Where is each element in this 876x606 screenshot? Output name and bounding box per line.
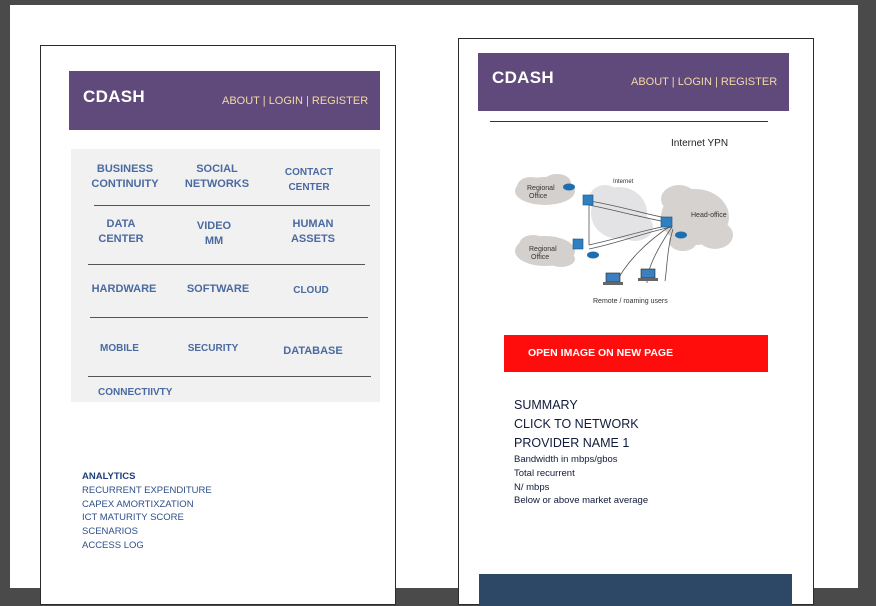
register-link[interactable]: REGISTER — [721, 76, 777, 88]
menu-data-center[interactable]: DATA CENTER — [81, 217, 161, 247]
router-icon — [675, 231, 687, 239]
menu-social-networks[interactable]: SOCIAL NETWORKS — [177, 162, 257, 192]
menu-hardware[interactable]: HARDWARE — [84, 282, 164, 297]
regional-office-label: Regional — [529, 246, 557, 253]
menu-video-mm[interactable]: VIDEO MM — [174, 219, 254, 249]
header-divider — [490, 121, 768, 122]
right-wireframe: CDASH ABOUT | LOGIN | REGISTER Internet … — [458, 38, 814, 606]
menu-cloud[interactable]: CLOUD — [271, 283, 351, 298]
internet-label: Internet — [613, 179, 634, 185]
analytics-section: ANALYTICS RECURRENT EXPENDITURE CAPEX AM… — [82, 470, 212, 553]
network-diagram[interactable]: Regional Office Internet Head-office Reg… — [507, 165, 757, 305]
remote-users-label: Remote / roaming users — [593, 298, 668, 305]
login-link[interactable]: LOGIN — [269, 95, 303, 107]
summary-section: SUMMARY CLICK TO NETWORK PROVIDER NAME 1… — [514, 396, 648, 508]
laptop-icon — [638, 268, 658, 281]
right-header: CDASH ABOUT | LOGIN | REGISTER — [478, 53, 789, 111]
footer-bar — [479, 574, 792, 606]
category-menu: BUSINESS CONTINUITY SOCIAL NETWORKS CONT… — [71, 149, 380, 402]
router-icon — [563, 183, 575, 191]
regional-office-label: Office — [529, 193, 547, 200]
open-image-button[interactable]: OPEN IMAGE ON NEW PAGE — [504, 335, 768, 372]
left-wireframe: CDASH ABOUT | LOGIN | REGISTER BUSINESS … — [40, 45, 396, 605]
regional-office-label: Office — [531, 254, 549, 261]
menu-divider — [88, 376, 371, 377]
regional-office-label: Regional — [527, 185, 555, 192]
analytics-capex-amortization[interactable]: CAPEX AMORTIXZATION — [82, 498, 212, 512]
menu-divider — [88, 264, 365, 265]
about-link[interactable]: ABOUT — [222, 95, 260, 107]
left-header: CDASH ABOUT | LOGIN | REGISTER — [69, 71, 380, 130]
head-office-label: Head-office — [691, 212, 727, 219]
network-link[interactable]: CLICK TO NETWORK — [514, 415, 648, 434]
menu-security[interactable]: SECURITY — [173, 341, 253, 356]
analytics-recurrent-expenditure[interactable]: RECURRENT EXPENDITURE — [82, 484, 212, 498]
menu-connectivity[interactable]: CONNECTIIVTY — [98, 385, 218, 400]
analytics-heading: ANALYTICS — [82, 471, 136, 482]
register-link[interactable]: REGISTER — [312, 95, 368, 107]
total-recurrent-text: Total recurrent — [514, 467, 575, 479]
router-icon — [587, 251, 599, 259]
summary-heading: SUMMARY — [514, 398, 578, 412]
menu-divider — [94, 205, 370, 206]
menu-software[interactable]: SOFTWARE — [178, 282, 258, 297]
switch-icon — [572, 238, 584, 250]
bandwidth-text: Bandwidth in mbps/gbos — [514, 454, 618, 465]
brand-logo[interactable]: CDASH — [492, 68, 554, 88]
provider-name: PROVIDER NAME 1 — [514, 436, 630, 450]
menu-database[interactable]: DATABASE — [273, 344, 353, 359]
menu-mobile[interactable]: MOBILE — [100, 341, 170, 356]
analytics-scenarios[interactable]: SCENARIOS — [82, 525, 212, 539]
menu-divider — [90, 317, 368, 318]
diagram-title: Internet YPN — [671, 138, 729, 149]
menu-business-continuity[interactable]: BUSINESS CONTINUITY — [85, 162, 165, 192]
top-nav: ABOUT | LOGIN | REGISTER — [631, 76, 777, 88]
brand-logo[interactable]: CDASH — [83, 87, 145, 107]
menu-human-assets[interactable]: HUMAN ASSETS — [273, 217, 353, 247]
analytics-ict-maturity-score[interactable]: ICT MATURITY SCORE — [82, 511, 212, 525]
switch-icon — [660, 216, 673, 228]
document-page: CDASH ABOUT | LOGIN | REGISTER BUSINESS … — [10, 5, 858, 606]
switch-icon — [582, 194, 594, 206]
top-nav: ABOUT | LOGIN | REGISTER — [222, 95, 368, 107]
per-mbps-text: N/ mbps — [514, 481, 550, 493]
login-link[interactable]: LOGIN — [678, 76, 712, 88]
menu-contact-center[interactable]: CONTACT CENTER — [269, 165, 349, 195]
market-average-text: Below or above market average — [514, 495, 649, 507]
laptop-icon — [603, 272, 623, 285]
analytics-access-log[interactable]: ACCESS LOG — [82, 539, 212, 553]
about-link[interactable]: ABOUT — [631, 76, 669, 88]
